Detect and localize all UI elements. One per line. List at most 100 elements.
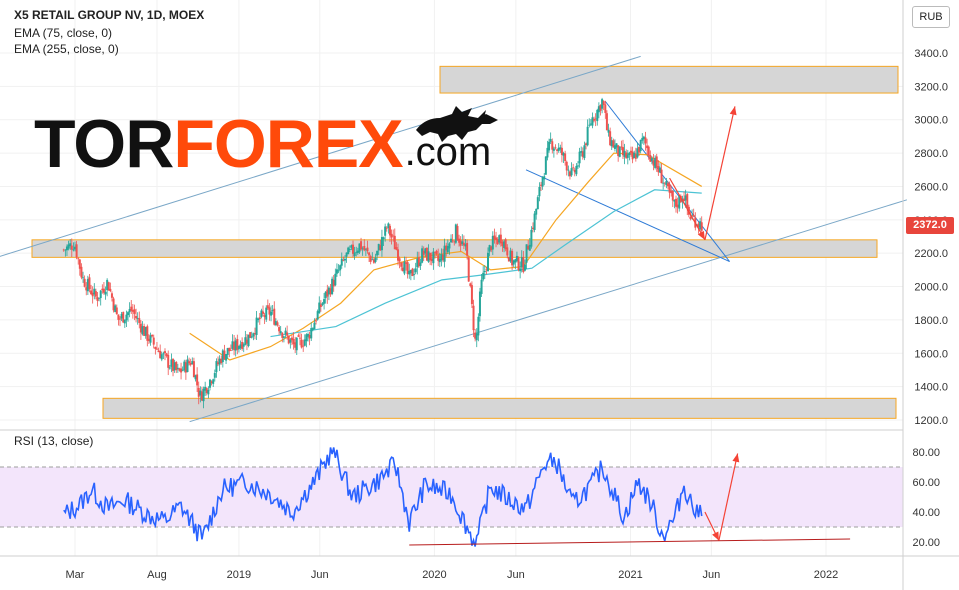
candle-body [400, 262, 403, 267]
x-axis: Mar Aug 2019 Jun 2020 Jun 2021 Jun 2022 [66, 569, 839, 581]
candle-body [626, 154, 629, 158]
candle-body [77, 258, 80, 260]
candle-body [543, 176, 546, 180]
candle-body [213, 373, 216, 378]
candle-body [315, 320, 318, 322]
price-tick-label: 1200.0 [914, 415, 948, 427]
candle-body [265, 307, 268, 320]
price-tick-label: 3200.0 [914, 81, 948, 93]
candle-body [192, 361, 195, 378]
candle-body [572, 167, 575, 169]
candle-body [270, 311, 273, 316]
candle-body [282, 336, 285, 338]
candle-body [343, 258, 346, 261]
candle-body [602, 101, 605, 105]
candle-body [478, 291, 481, 317]
candle-body [155, 348, 158, 350]
candle-body [605, 113, 608, 131]
candle-body [75, 244, 78, 258]
rsi-tick-label: 40.00 [912, 507, 940, 519]
candle-body [255, 317, 258, 336]
candle-body [544, 156, 547, 175]
time-tick-label: 2020 [422, 569, 446, 581]
candle-body [552, 148, 555, 151]
last-price-tag: 2372.0 [906, 217, 954, 234]
candle-body [162, 353, 165, 355]
candle-body [660, 169, 663, 184]
candle-body [335, 269, 338, 274]
candle-body [82, 277, 85, 279]
candle-body [578, 151, 581, 164]
price-tick-label: 2800.0 [914, 148, 948, 160]
candle-body [348, 248, 351, 250]
candle-body [655, 156, 658, 168]
candle-body [360, 241, 363, 250]
candle-body [576, 165, 579, 167]
candle-body [313, 322, 316, 330]
candle-body [368, 252, 371, 256]
candle-body [167, 354, 170, 368]
candle-body [588, 124, 591, 126]
candle-body [519, 268, 522, 272]
candle-body [689, 216, 692, 219]
candle-body [570, 168, 573, 176]
arrowhead [732, 453, 740, 463]
candle-body [692, 214, 695, 217]
candle-body [160, 354, 163, 360]
candle-body [151, 334, 154, 337]
candle-body [96, 297, 99, 301]
price-tick-label: 2600.0 [914, 181, 948, 193]
candle-body [340, 258, 343, 266]
candle-body [374, 257, 377, 262]
candle-body [297, 335, 300, 337]
candle-body [302, 345, 305, 347]
candle-body [225, 354, 228, 361]
candle-body [295, 337, 298, 351]
candle-body [353, 252, 356, 257]
candle-body [70, 245, 73, 250]
candle-body [470, 285, 473, 305]
logo-tor-text: TOR [34, 106, 174, 182]
ema75-legend: EMA (75, close, 0) [14, 26, 113, 40]
candle-body [212, 379, 215, 384]
candle-body [125, 314, 128, 321]
support-resistance-zone [102, 397, 897, 419]
support-resistance-zone [439, 65, 899, 94]
candle-body [207, 389, 210, 395]
candle-body [83, 278, 86, 287]
candle-body [395, 247, 398, 250]
currency-button[interactable]: RUB [912, 6, 950, 28]
rsi-legend: RSI (13, close) [14, 434, 94, 448]
candle-body [94, 291, 97, 297]
chart-canvas[interactable]: 1200.01400.01600.01800.02000.02200.02400… [0, 0, 959, 590]
candle-body [486, 252, 489, 272]
candle-body [564, 153, 567, 162]
time-tick-label: Jun [702, 569, 720, 581]
candle-body [517, 257, 520, 271]
price-tick-label: 3400.0 [914, 48, 948, 60]
candle-body [506, 247, 509, 256]
candle-body [118, 318, 121, 320]
candle-body [168, 367, 171, 369]
candle-body [551, 141, 554, 150]
candle-body [604, 104, 607, 113]
candle-body [250, 336, 253, 338]
candle-body [586, 126, 589, 146]
candle-body [647, 146, 650, 156]
candle-body [258, 317, 261, 320]
candle-body [466, 242, 469, 256]
candle-body [591, 117, 594, 126]
price-tick-label: 1800.0 [914, 315, 948, 327]
price-tick-label: 2000.0 [914, 282, 948, 294]
candle-body [334, 273, 337, 286]
candle-body [483, 270, 486, 273]
candle-body [188, 361, 191, 364]
rsi-tick-label: 20.00 [912, 537, 940, 549]
candle-body [467, 257, 470, 282]
candle-body [554, 147, 557, 149]
price-tick-label: 2200.0 [914, 248, 948, 260]
candle-body [363, 246, 366, 251]
candle-body [536, 197, 539, 210]
candle-body [154, 346, 157, 350]
candle-body [339, 265, 342, 271]
